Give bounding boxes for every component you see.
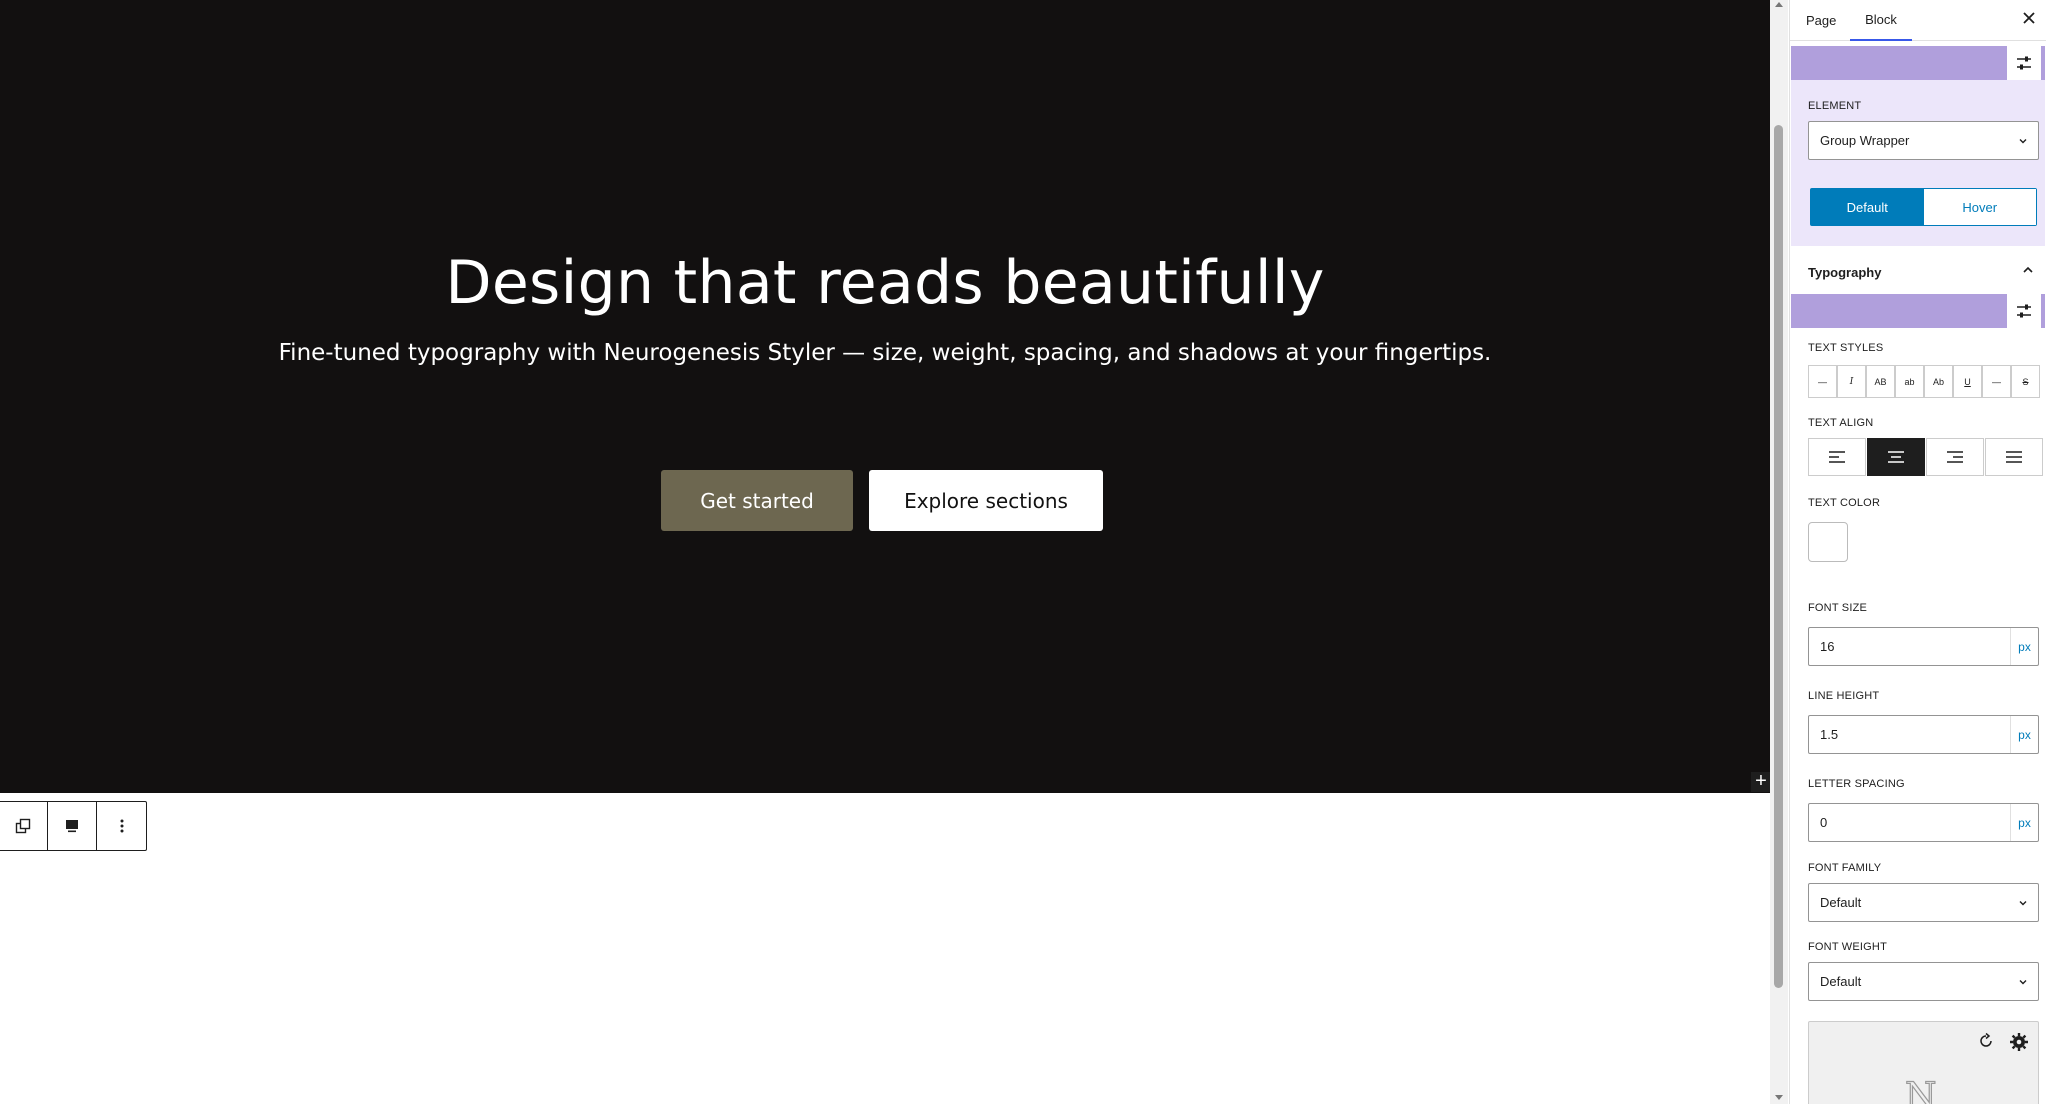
text-style-underline[interactable]: U (1953, 365, 1982, 398)
font-size-input[interactable]: 16 px (1808, 627, 2039, 666)
element-panel: ELEMENT Group Wrapper Default Hover (1791, 80, 2045, 246)
font-weight-select[interactable]: Default (1808, 962, 2039, 1001)
styler-logo-icon: N (1904, 1075, 1937, 1104)
text-align-label: TEXT ALIGN (1808, 417, 1874, 429)
typography-section-title[interactable]: Typography (1808, 265, 1881, 280)
font-family-label: FONT FAMILY (1808, 862, 1882, 874)
editor-canvas: Design that reads beautifully Fine-tuned… (0, 0, 1770, 1104)
text-style-no-decoration[interactable]: — (1982, 365, 2011, 398)
align-left-icon[interactable] (1808, 438, 1866, 476)
text-style-strikethrough[interactable]: S (2011, 365, 2040, 398)
line-height-unit[interactable]: px (2010, 716, 2038, 753)
tab-block[interactable]: Block (1850, 0, 1912, 41)
font-family-value: Default (1820, 895, 1862, 910)
gear-icon[interactable] (2009, 1032, 2029, 1052)
chevron-down-icon (2019, 980, 2027, 985)
text-color-label: TEXT COLOR (1808, 497, 1881, 509)
text-style-lowercase[interactable]: ab (1895, 365, 1924, 398)
letter-spacing-value: 0 (1820, 815, 1828, 830)
sliders-icon[interactable] (2007, 46, 2041, 80)
chevron-down-icon (2019, 139, 2027, 144)
get-started-button[interactable]: Get started (661, 470, 853, 531)
hero-title[interactable]: Design that reads beautifully (0, 248, 1770, 318)
font-size-label: FONT SIZE (1808, 602, 1868, 614)
text-color-swatch[interactable] (1808, 522, 1848, 562)
close-icon[interactable] (2017, 6, 2041, 30)
line-height-label: LINE HEIGHT (1808, 690, 1880, 702)
refresh-icon[interactable] (1977, 1032, 1995, 1050)
letter-spacing-unit[interactable]: px (2010, 804, 2038, 841)
letter-spacing-label: LETTER SPACING (1808, 778, 1905, 790)
font-family-select[interactable]: Default (1808, 883, 2039, 922)
block-type-icon[interactable] (48, 802, 97, 850)
typography-header-bar (1791, 294, 2045, 328)
text-style-italic[interactable]: I (1837, 365, 1866, 398)
element-select[interactable]: Group Wrapper (1808, 121, 2039, 160)
hero-group-block[interactable]: Design that reads beautifully Fine-tuned… (0, 0, 1770, 793)
line-height-input[interactable]: 1.5 px (1808, 715, 2039, 754)
line-height-value: 1.5 (1820, 727, 1839, 742)
preview-box: N (1808, 1021, 2039, 1104)
scrollbar-thumb[interactable] (1774, 125, 1783, 988)
text-style-capitalize[interactable]: Ab (1924, 365, 1953, 398)
settings-sidebar: Page Block ELEMENT Group Wrapper Default… (1789, 0, 2046, 1104)
state-toggle: Default Hover (1810, 188, 2037, 226)
hero-subtitle[interactable]: Fine-tuned typography with Neurogenesis … (0, 340, 1770, 366)
align-right-icon[interactable] (1926, 438, 1984, 476)
chevron-down-icon (2019, 901, 2027, 906)
text-styles-group: — I AB ab Ab U — S (1808, 365, 2040, 398)
sidebar-tabs: Page Block (1790, 0, 2046, 41)
letter-spacing-input[interactable]: 0 px (1808, 803, 2039, 842)
font-size-value: 16 (1820, 639, 1835, 654)
scroll-down-icon[interactable] (1775, 1095, 1783, 1100)
scroll-up-icon[interactable] (1775, 2, 1783, 7)
chevron-up-icon[interactable] (2020, 262, 2036, 278)
text-style-none[interactable]: — (1808, 365, 1837, 398)
canvas-scrollbar[interactable] (1770, 0, 1788, 1104)
tab-page[interactable]: Page (1806, 0, 1836, 41)
text-align-group (1808, 438, 2044, 476)
font-weight-label: FONT WEIGHT (1808, 941, 1887, 953)
element-label: ELEMENT (1808, 100, 1862, 112)
text-style-uppercase[interactable]: AB (1866, 365, 1895, 398)
duplicate-icon[interactable] (0, 802, 48, 850)
hover-state-button[interactable]: Hover (1923, 189, 2036, 225)
block-toolbar (0, 801, 147, 851)
align-justify-icon[interactable] (1985, 438, 2043, 476)
font-weight-value: Default (1820, 974, 1862, 989)
element-select-value: Group Wrapper (1820, 133, 1910, 148)
more-options-icon[interactable] (97, 802, 146, 850)
sliders-icon[interactable] (2007, 294, 2041, 328)
add-block-icon[interactable]: + (1751, 771, 1770, 792)
font-size-unit[interactable]: px (2010, 628, 2038, 665)
text-styles-label: TEXT STYLES (1808, 342, 1884, 354)
styler-header-bar (1791, 46, 2045, 80)
default-state-button[interactable]: Default (1811, 189, 1924, 225)
align-center-icon[interactable] (1867, 438, 1925, 476)
explore-sections-button[interactable]: Explore sections (869, 470, 1103, 531)
